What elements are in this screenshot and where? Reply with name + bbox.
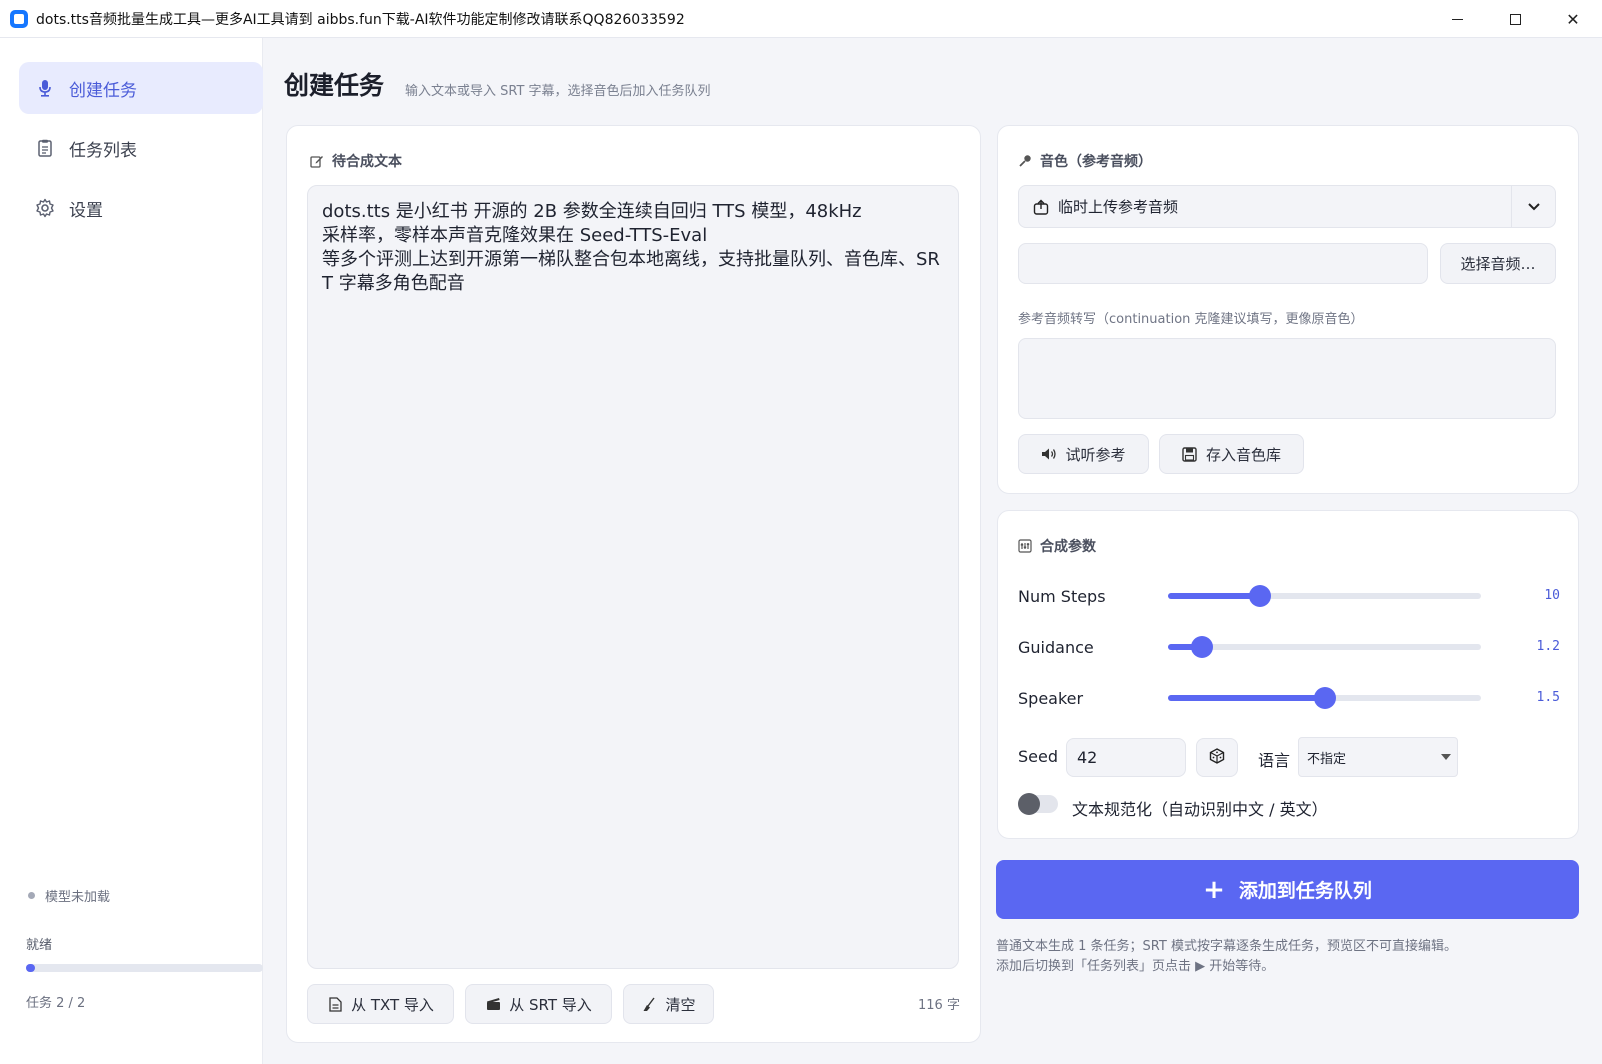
language-select[interactable]: 不指定 bbox=[1298, 737, 1458, 777]
preview-reference-label: 试听参考 bbox=[1065, 445, 1126, 464]
choose-audio-label: 选择音频… bbox=[1460, 255, 1536, 273]
transcript-input[interactable] bbox=[1018, 338, 1556, 419]
voice-select-value: 临时上传参考音频 bbox=[1058, 198, 1179, 216]
ready-status-text: 就绪 bbox=[26, 938, 53, 953]
edit-icon bbox=[310, 154, 324, 168]
speaker-slider-thumb[interactable] bbox=[1313, 687, 1336, 709]
voice-card-label: 音色（参考音频） bbox=[1040, 154, 1152, 170]
params-card bbox=[997, 510, 1579, 839]
guidance-value: 1.2 bbox=[1536, 639, 1560, 654]
progress-bar bbox=[26, 964, 263, 972]
maximize-button[interactable] bbox=[1486, 0, 1544, 38]
toggle-knob bbox=[1018, 793, 1040, 815]
clear-label: 清空 bbox=[665, 995, 696, 1014]
speaker-label: Speaker bbox=[1018, 689, 1084, 708]
speaker-value: 1.5 bbox=[1536, 690, 1560, 705]
normalize-toggle[interactable] bbox=[1018, 793, 1058, 815]
save-icon bbox=[1182, 446, 1198, 462]
window-title: dots.tts音频批量生成工具—更多AI工具请到 aibbs.fun下载-AI… bbox=[36, 11, 685, 28]
save-to-library-button[interactable]: 存入音色库 bbox=[1159, 434, 1304, 474]
close-icon: ✕ bbox=[1566, 9, 1580, 29]
text-input-area[interactable]: dots.tts 是小红书 开源的 2B 参数全连续自回归 TTS 模型，48k… bbox=[307, 185, 959, 969]
import-txt-label: 从 TXT 导入 bbox=[351, 995, 434, 1014]
preview-reference-button[interactable]: 试听参考 bbox=[1018, 434, 1149, 474]
status-dot-icon bbox=[28, 892, 35, 899]
sidebar-item-label: 创建任务 bbox=[69, 80, 137, 101]
import-srt-button[interactable]: 从 SRT 导入 bbox=[465, 984, 612, 1024]
audio-file-path-input[interactable] bbox=[1018, 243, 1428, 284]
footnote-line-1: 普通文本生成 1 条任务；SRT 模式按字幕逐条生成任务，预览区不可直接编辑。 bbox=[996, 939, 1457, 954]
sidebar-item-create-task[interactable]: 创建任务 bbox=[19, 62, 263, 114]
save-to-library-label: 存入音色库 bbox=[1205, 445, 1281, 464]
num-steps-value: 10 bbox=[1544, 588, 1560, 603]
close-button[interactable]: ✕ bbox=[1544, 0, 1602, 38]
dice-icon bbox=[1209, 747, 1225, 768]
model-status: 模型未加载 bbox=[28, 886, 110, 905]
window-controls: ✕ bbox=[1428, 0, 1602, 38]
char-count: 116 字 bbox=[918, 998, 960, 1013]
maximize-icon bbox=[1509, 13, 1521, 25]
gear-icon bbox=[35, 198, 55, 218]
clipboard-icon bbox=[35, 138, 55, 158]
microphone-icon bbox=[35, 78, 55, 98]
clapperboard-icon bbox=[485, 996, 501, 1012]
app-icon bbox=[10, 9, 28, 28]
clear-button[interactable]: 清空 bbox=[623, 984, 714, 1024]
page-title: 创建任务 bbox=[284, 71, 385, 100]
progress-fill bbox=[26, 964, 36, 972]
upload-icon bbox=[1033, 199, 1049, 215]
title-bar: dots.tts音频批量生成工具—更多AI工具请到 aibbs.fun下载-AI… bbox=[0, 0, 1602, 38]
choose-audio-button[interactable]: 选择音频… bbox=[1440, 243, 1556, 284]
transcript-label: 参考音频转写（continuation 克隆建议填写，更像原音色） bbox=[1018, 312, 1364, 327]
seed-label: Seed bbox=[1018, 747, 1058, 766]
task-count: 任务 2 / 2 bbox=[26, 996, 86, 1011]
sidebar-item-task-list[interactable]: 任务列表 bbox=[19, 122, 263, 174]
params-card-label: 合成参数 bbox=[1040, 539, 1096, 555]
import-txt-button[interactable]: 从 TXT 导入 bbox=[307, 984, 454, 1024]
text-card-header: 待合成文本 bbox=[310, 151, 402, 171]
speaker-slider[interactable] bbox=[1168, 687, 1481, 709]
language-label: 语言 bbox=[1258, 751, 1291, 770]
language-select-value: 不指定 bbox=[1307, 751, 1347, 767]
import-srt-label: 从 SRT 导入 bbox=[509, 995, 592, 1014]
sidebar-item-settings[interactable]: 设置 bbox=[19, 182, 263, 234]
sidebar-item-label: 设置 bbox=[69, 200, 103, 221]
guidance-label: Guidance bbox=[1018, 638, 1094, 657]
params-card-header: 合成参数 bbox=[1018, 536, 1096, 556]
broom-icon bbox=[641, 996, 657, 1012]
random-seed-button[interactable] bbox=[1196, 738, 1238, 777]
chevron-down-icon[interactable] bbox=[1511, 186, 1555, 227]
normalize-label: 文本规范化（自动识别中文 / 英文） bbox=[1072, 800, 1328, 819]
num-steps-slider[interactable] bbox=[1168, 585, 1481, 607]
minimize-button[interactable] bbox=[1428, 0, 1486, 38]
voice-select[interactable]: 临时上传参考音频 bbox=[1018, 185, 1556, 228]
voice-card-header: 音色（参考音频） bbox=[1018, 151, 1152, 171]
seed-input[interactable]: 42 bbox=[1066, 738, 1186, 777]
guidance-slider[interactable] bbox=[1168, 636, 1481, 658]
model-status-text: 模型未加载 bbox=[45, 890, 111, 905]
speaker-slider-fill bbox=[1168, 695, 1325, 701]
minimize-icon bbox=[1451, 18, 1463, 20]
add-to-queue-label: 添加到任务队列 bbox=[1238, 880, 1372, 902]
num-steps-label: Num Steps bbox=[1018, 587, 1106, 606]
caret-down-icon bbox=[1441, 754, 1451, 760]
sidebar-item-label: 任务列表 bbox=[69, 140, 137, 161]
speaker-icon bbox=[1041, 446, 1057, 462]
page-subtitle: 输入文本或导入 SRT 字幕，选择音色后加入任务队列 bbox=[405, 84, 711, 99]
plus-icon: + bbox=[1203, 874, 1225, 905]
add-to-queue-button[interactable]: + 添加到任务队列 bbox=[996, 860, 1579, 919]
footnote-line-2: 添加后切换到「任务列表」页点击 ▶ 开始等待。 bbox=[996, 959, 1275, 974]
text-card-label: 待合成文本 bbox=[332, 154, 402, 170]
document-icon bbox=[327, 996, 343, 1012]
num-steps-slider-fill bbox=[1168, 593, 1261, 599]
sliders-icon bbox=[1018, 539, 1032, 553]
microphone-icon bbox=[1018, 154, 1032, 168]
sidebar: 创建任务 任务列表 设置 模型未加载 就绪 任务 2 / 2 bbox=[0, 38, 263, 1064]
